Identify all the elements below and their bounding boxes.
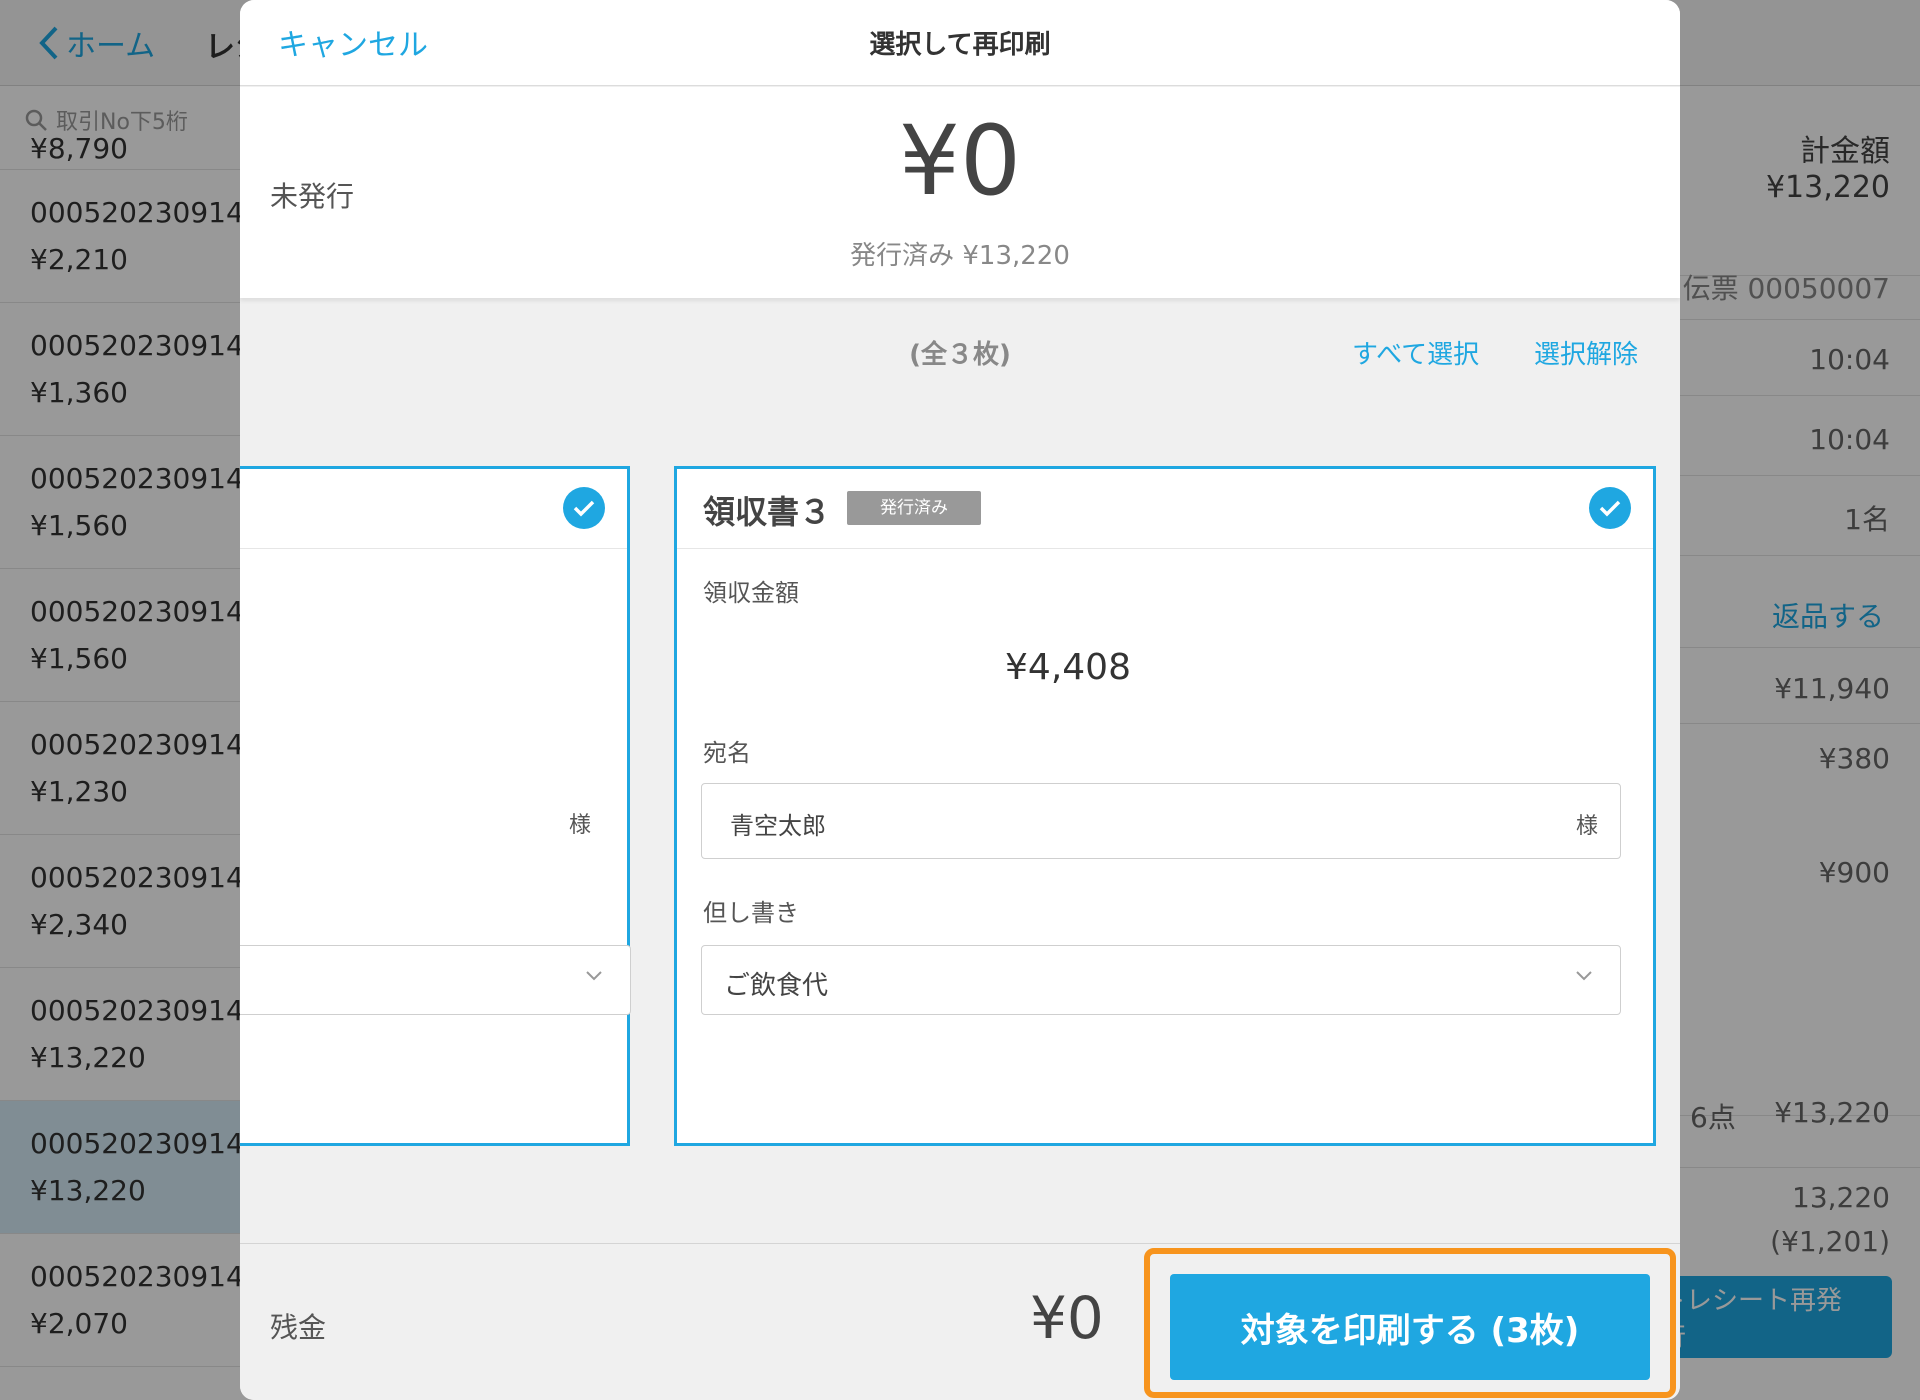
addressee-label: 宛名: [703, 739, 751, 767]
addressee-input[interactable]: 青空太郎 様: [701, 783, 1621, 859]
checkmark-icon[interactable]: [1589, 487, 1631, 529]
checkmark-icon[interactable]: [563, 487, 605, 529]
honorific-suffix: 様: [568, 813, 591, 838]
remaining-amount: ¥0: [1030, 1284, 1104, 1352]
chevron-down-icon: [586, 971, 602, 981]
deselect-all-button[interactable]: 選択解除: [1534, 334, 1638, 371]
note-select[interactable]: ご飲食代: [701, 945, 1621, 1015]
note-value: ご飲食代: [724, 971, 829, 1001]
receipt-card-header: 領収書３ 発行済み: [677, 469, 1653, 549]
amount-summary: ¥0 未発行 発行済み ¥13,220: [240, 87, 1680, 298]
cancel-button[interactable]: キャンセル: [278, 20, 428, 64]
modal-footer: 残金 ¥0 対象を印刷する (3枚): [240, 1243, 1680, 1400]
amount-label: 領収金額: [703, 579, 799, 607]
print-selected-button[interactable]: 対象を印刷する (3枚): [1170, 1274, 1650, 1380]
remaining-label: 残金: [270, 1311, 327, 1344]
receipt-card-3[interactable]: 領収書３ 発行済み 領収金額 ¥4,408 宛名 青空太郎 様 但し書き ご飲食…: [674, 466, 1656, 1146]
reprint-modal: 選択して再印刷 キャンセル ¥0 未発行 発行済み ¥13,220 (全３枚) …: [240, 0, 1680, 1400]
issued-amount: 発行済み ¥13,220: [850, 241, 1070, 271]
receipt-amount: ¥4,408: [1005, 647, 1131, 688]
honorific-suffix: 様: [1575, 814, 1598, 839]
note-label: 但し書き: [703, 899, 799, 927]
select-all-button[interactable]: すべて選択: [1352, 334, 1479, 371]
note-select[interactable]: [240, 945, 631, 1015]
receipt-card-header: [240, 469, 627, 549]
print-button-highlight: 対象を印刷する (3枚): [1144, 1248, 1676, 1398]
receipt-card[interactable]: 様: [240, 466, 631, 1146]
receipt-title: 領収書３: [703, 493, 832, 531]
modal-header: 選択して再印刷 キャンセル: [240, 0, 1680, 86]
issued-badge: 発行済み: [847, 491, 981, 525]
unissued-label: 未発行: [270, 180, 355, 213]
modal-title: 選択して再印刷: [869, 30, 1051, 60]
chevron-down-icon: [1576, 971, 1592, 981]
unissued-amount: ¥0: [898, 105, 1022, 217]
addressee-value: 青空太郎: [730, 812, 826, 840]
